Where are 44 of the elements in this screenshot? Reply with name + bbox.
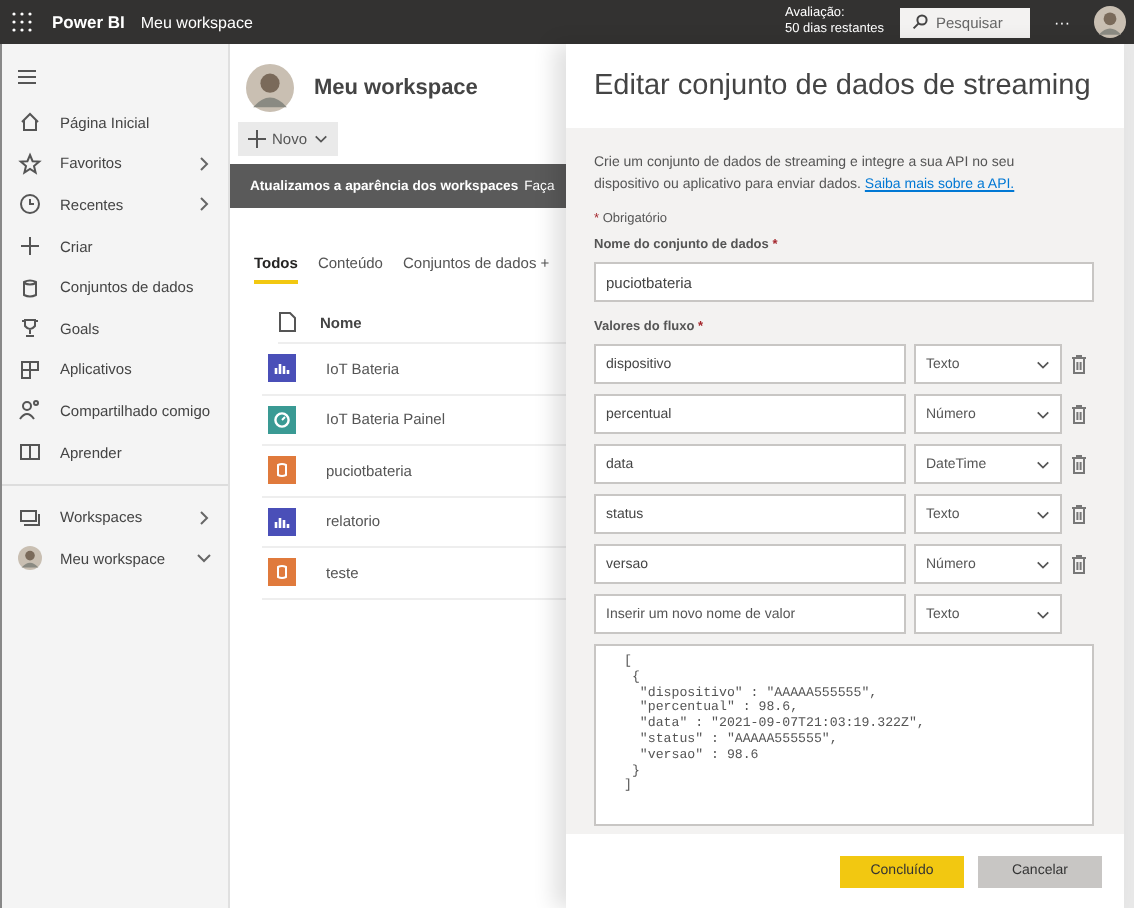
search-icon	[912, 14, 928, 30]
more-button[interactable]: ···	[1054, 13, 1070, 31]
avatar	[1094, 6, 1126, 38]
bar-chart-icon	[268, 507, 296, 536]
caret-icon	[1036, 507, 1050, 521]
people-icon	[18, 398, 42, 423]
caret-icon	[1036, 357, 1050, 371]
workspaces-icon	[18, 505, 42, 530]
trash-icon[interactable]	[1070, 404, 1088, 424]
chevron-icon	[196, 509, 212, 526]
plus-icon	[18, 234, 42, 259]
caret-icon	[1036, 457, 1050, 471]
trash-icon[interactable]	[1070, 554, 1088, 574]
panel-title: Editar conjunto de dados de streaming	[592, 68, 1093, 106]
trash-icon[interactable]	[1070, 454, 1088, 474]
trash-icon[interactable]	[1070, 504, 1088, 524]
caret-icon	[1036, 557, 1050, 571]
apps-icon	[18, 357, 42, 382]
gauge-icon	[268, 405, 296, 434]
caret-icon	[1036, 407, 1050, 421]
caret-icon	[313, 132, 328, 146]
workspace-title: Meu workspace	[314, 76, 478, 100]
menu-icon[interactable]	[18, 70, 36, 84]
avatar	[18, 546, 42, 571]
trophy-icon	[18, 316, 42, 341]
file-icon	[278, 312, 296, 332]
book-icon	[18, 440, 42, 465]
cylinder-icon	[18, 275, 42, 300]
chevron-icon	[196, 196, 212, 213]
app-name: Power BI	[52, 12, 125, 32]
cylinder-icon	[268, 558, 296, 587]
trash-icon[interactable]	[1070, 354, 1088, 374]
chevron-icon	[196, 155, 212, 172]
clock-icon	[18, 192, 42, 217]
avatar	[246, 64, 294, 112]
cylinder-icon	[268, 456, 296, 485]
chevron-icon	[196, 550, 212, 567]
caret-icon	[1036, 607, 1050, 621]
breadcrumb[interactable]: Meu workspace	[140, 13, 253, 31]
app-launcher-icon[interactable]	[12, 12, 32, 32]
plus-icon	[248, 130, 266, 148]
home-icon	[18, 110, 42, 135]
bar-chart-icon	[268, 354, 296, 383]
star-icon	[18, 151, 42, 176]
